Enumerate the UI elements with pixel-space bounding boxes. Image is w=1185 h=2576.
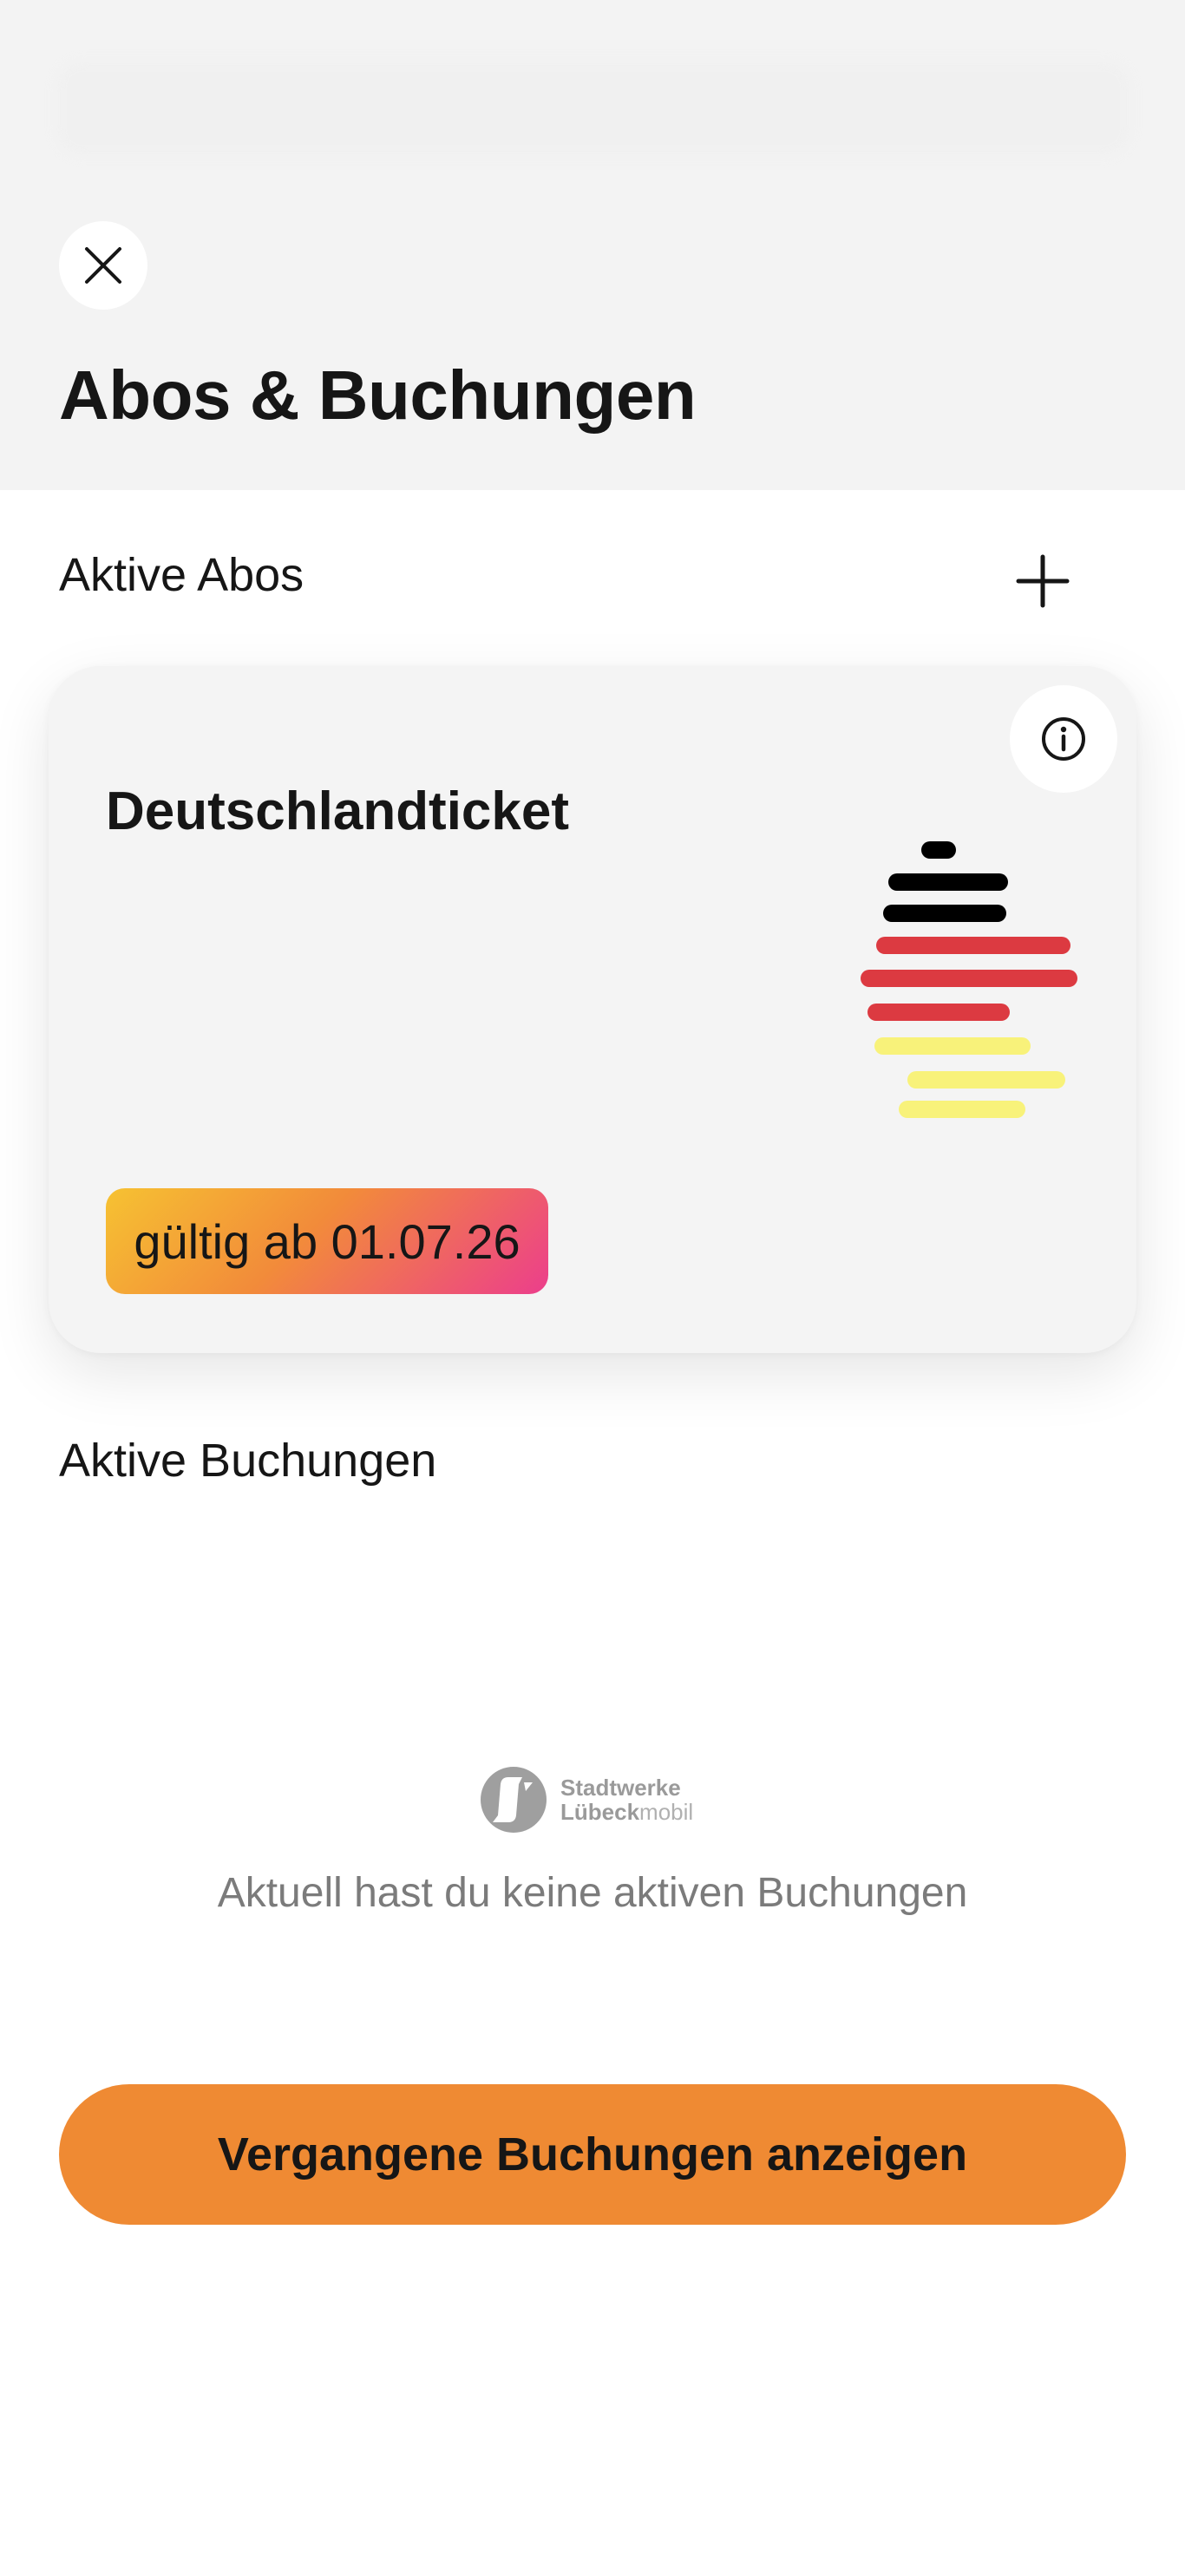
stadtwerke-luebeck-logo: Stadtwerke Lübeckmobil <box>479 1765 693 1834</box>
brand-line-2-bold: Lübeck <box>560 1799 640 1825</box>
stadtwerke-mark-icon <box>481 1767 547 1833</box>
past-bookings-button[interactable]: Vergangene Buchungen anzeigen <box>59 2084 1126 2225</box>
info-icon <box>1042 717 1085 761</box>
brand-line-1: Stadtwerke <box>560 1775 681 1801</box>
ticket-name: Deutschlandticket <box>106 781 570 841</box>
info-button[interactable] <box>1010 685 1117 793</box>
close-button[interactable] <box>59 221 147 310</box>
active-subscriptions-heading: Aktive Abos <box>59 549 304 601</box>
background-bar <box>56 61 1131 156</box>
subscriptions-bookings-screen: Abos & Buchungen Aktive Abos Deutschland… <box>0 0 1185 2576</box>
close-icon <box>85 247 121 284</box>
header: Abos & Buchungen <box>0 0 1185 490</box>
plus-icon <box>1016 554 1070 608</box>
brand-line-2-light: mobil <box>639 1799 694 1825</box>
page-title: Abos & Buchungen <box>59 356 697 434</box>
add-subscription-button[interactable] <box>1008 546 1077 616</box>
deutschlandticket-logo <box>861 841 1077 1118</box>
validity-badge: gültig ab 01.07.26 <box>106 1188 548 1294</box>
empty-bookings-message: Aktuell hast du keine aktiven Buchungen <box>217 1870 968 1916</box>
brand-wordmark: Stadtwerke Lübeckmobil <box>560 1775 693 1824</box>
active-bookings-heading: Aktive Buchungen <box>59 1435 437 1487</box>
